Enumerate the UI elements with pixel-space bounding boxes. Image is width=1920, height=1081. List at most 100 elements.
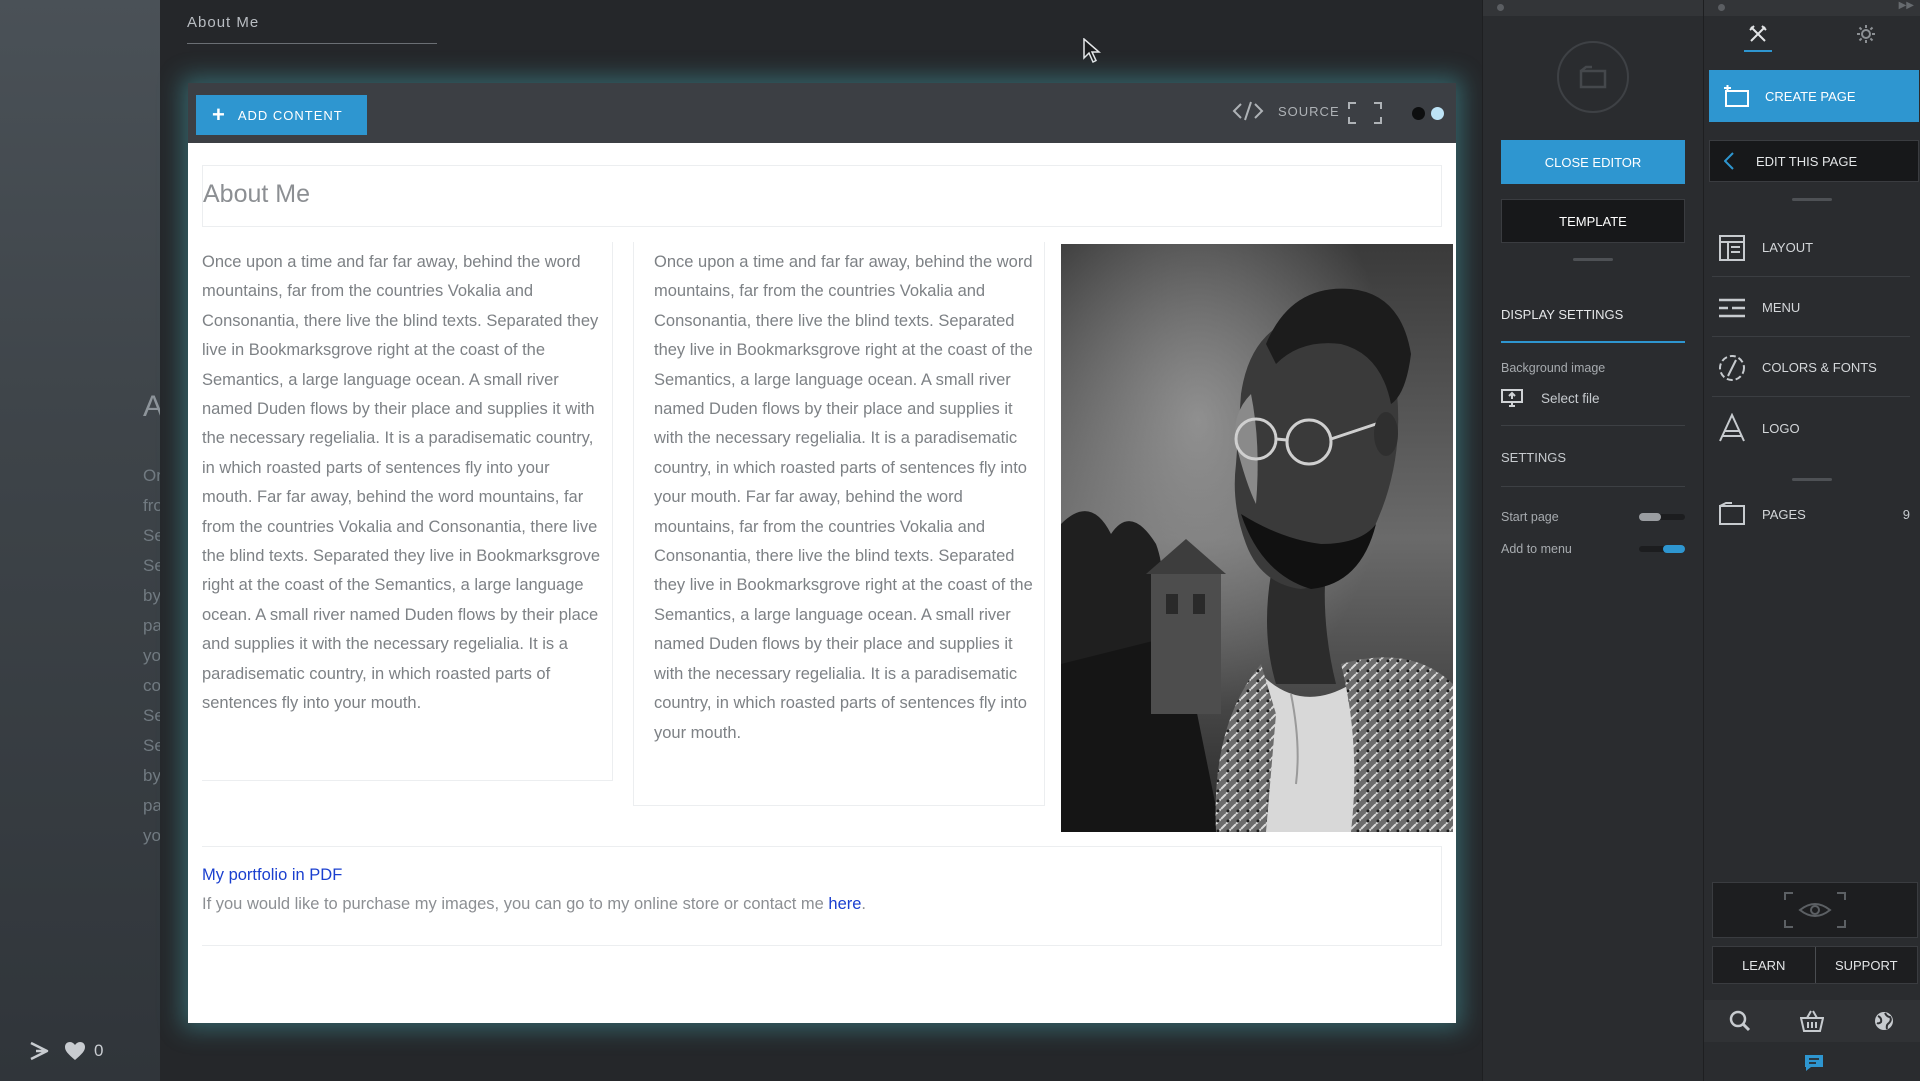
preview-button[interactable] (1712, 882, 1918, 938)
tab-settings[interactable] (1812, 16, 1920, 52)
background-text-fragment: pa (143, 616, 160, 635)
divider-handle (1792, 198, 1832, 201)
add-to-menu-row: Add to menu (1501, 542, 1685, 556)
text-block[interactable]: Once upon a time and far far away, behin… (202, 248, 612, 719)
dark-mode-dot[interactable] (1412, 107, 1425, 120)
menu-icon (1719, 298, 1745, 317)
main-nav-panel: ▶▶ CREATE PAGE EDIT THIS PAGE LAYOUT MEN… (1703, 0, 1920, 1081)
add-to-menu-label: Add to menu (1501, 542, 1572, 556)
select-file-button[interactable]: Select file (1501, 388, 1685, 426)
language-button[interactable] (1848, 1000, 1920, 1042)
display-settings-tab[interactable]: DISPLAY SETTINGS (1501, 307, 1685, 343)
plus-icon: + (212, 102, 226, 127)
page-canvas: About Me Once upon a time and far far aw… (188, 143, 1456, 1023)
edit-this-page-button[interactable]: EDIT THIS PAGE (1709, 140, 1919, 182)
chat-icon[interactable] (1803, 1053, 1825, 1073)
background-text-fragment: Or (143, 466, 160, 485)
start-page-row: Start page (1501, 510, 1685, 524)
light-mode-dot[interactable] (1431, 107, 1444, 120)
site-background-preview: A Or fro Se Se by pa yo co Se Se by pa y… (0, 0, 160, 1081)
page-editor-frame: + ADD CONTENT SOURCE About Me Once upon … (188, 83, 1456, 1023)
heart-icon (65, 1042, 85, 1060)
page-name-field[interactable]: About Me (187, 14, 437, 44)
text-block[interactable]: Once upon a time and far far away, behin… (634, 248, 1044, 748)
background-text-fragment: Se (143, 706, 160, 725)
nav-item-label: COLORS & FONTS (1762, 360, 1877, 375)
background-text-fragment: by (143, 586, 160, 605)
search-button[interactable] (1704, 1000, 1776, 1042)
background-heading-fragment: A (143, 390, 160, 423)
editor-area: About Me + ADD CONTENT SOURCE About Me O… (160, 0, 1482, 1081)
like-button[interactable]: 0 (64, 1041, 103, 1061)
add-to-menu-toggle[interactable] (1639, 545, 1685, 553)
fullscreen-icon[interactable] (1348, 102, 1382, 124)
pages-count: 9 (1902, 506, 1910, 522)
eye-icon (1784, 892, 1846, 928)
panel-drag-bar[interactable] (1483, 0, 1703, 16)
close-editor-button[interactable]: CLOSE EDITOR (1501, 140, 1685, 184)
tools-icon (1749, 25, 1767, 42)
learn-button[interactable]: LEARN (1713, 947, 1816, 983)
background-image-label: Background image (1501, 361, 1606, 375)
edit-page-label: EDIT THIS PAGE (1756, 153, 1858, 169)
template-button[interactable]: TEMPLATE (1501, 199, 1685, 243)
background-text-fragment: pa (143, 796, 160, 815)
gear-icon (1857, 25, 1875, 43)
collapse-panel-icon[interactable]: ▶▶ (1899, 0, 1914, 11)
add-content-button[interactable]: + ADD CONTENT (196, 95, 367, 135)
nav-item-menu[interactable]: MENU (1712, 279, 1910, 337)
share-icon[interactable] (28, 1040, 50, 1062)
store-paragraph[interactable]: If you would like to purchase my images,… (202, 895, 866, 914)
add-content-label: ADD CONTENT (237, 107, 343, 123)
start-page-toggle[interactable] (1639, 513, 1685, 521)
nav-item-label: LAYOUT (1762, 240, 1814, 255)
monitor-upload-icon (1501, 389, 1523, 407)
title-block[interactable]: About Me (202, 165, 1442, 227)
background-text-fragment: by (143, 766, 160, 785)
mouse-cursor-icon (1083, 38, 1101, 64)
text-column-left[interactable]: Once upon a time and far far away, behin… (202, 242, 613, 781)
page-type-icon (1557, 41, 1629, 113)
like-count: 0 (94, 1041, 104, 1060)
background-text-fragment: Se (143, 526, 160, 545)
preview-mode-toggle[interactable] (1412, 107, 1444, 120)
pages-icon (1719, 502, 1745, 525)
nav-item-colors-fonts[interactable]: COLORS & FONTS (1712, 339, 1910, 397)
nav-item-pages[interactable]: PAGES 9 (1712, 485, 1910, 543)
layout-icon (1719, 234, 1745, 261)
footer-text-block[interactable]: My portfolio in PDF If you would like to… (202, 846, 1442, 946)
nav-tabs (1704, 16, 1920, 52)
shop-button[interactable] (1776, 1000, 1848, 1042)
text-column-middle[interactable]: Once upon a time and far far away, behin… (633, 242, 1045, 806)
settings-section-header: SETTINGS (1501, 450, 1685, 487)
create-page-button[interactable]: CREATE PAGE (1709, 70, 1919, 122)
help-links: LEARN SUPPORT (1712, 946, 1918, 984)
portfolio-pdf-link[interactable]: My portfolio in PDF (202, 866, 342, 885)
portrait-photo[interactable] (1061, 244, 1453, 832)
nav-item-logo[interactable]: LOGO (1712, 399, 1910, 457)
colors-fonts-icon (1719, 354, 1745, 381)
page-settings-panel: CLOSE EDITOR TEMPLATE DISPLAY SETTINGS B… (1482, 0, 1703, 1081)
background-text-fragment: fro (143, 496, 160, 515)
bottom-toolbar (1704, 1000, 1920, 1042)
portrait-image (1061, 244, 1453, 832)
select-file-label: Select file (1541, 390, 1600, 406)
start-page-label: Start page (1501, 510, 1559, 524)
nav-item-label: MENU (1762, 300, 1801, 315)
tab-design-tools[interactable] (1704, 16, 1812, 52)
contact-here-link[interactable]: here (828, 895, 861, 913)
nav-item-layout[interactable]: LAYOUT (1712, 219, 1910, 277)
page-title[interactable]: About Me (203, 180, 310, 209)
background-text-fragment: yo (143, 646, 160, 665)
chevron-left-icon (1724, 152, 1734, 170)
editor-toolbar: + ADD CONTENT SOURCE (188, 83, 1456, 143)
background-text-fragment: yo (143, 826, 160, 845)
support-button[interactable]: SUPPORT (1816, 947, 1918, 983)
background-text-fragment: co (143, 676, 160, 695)
store-text-end: . (861, 895, 867, 913)
source-button[interactable]: SOURCE (1232, 101, 1340, 121)
basket-icon (1800, 1010, 1824, 1032)
page-name-text: About Me (187, 14, 260, 31)
divider-handle (1792, 478, 1832, 481)
panel-drag-bar[interactable]: ▶▶ (1704, 0, 1920, 16)
